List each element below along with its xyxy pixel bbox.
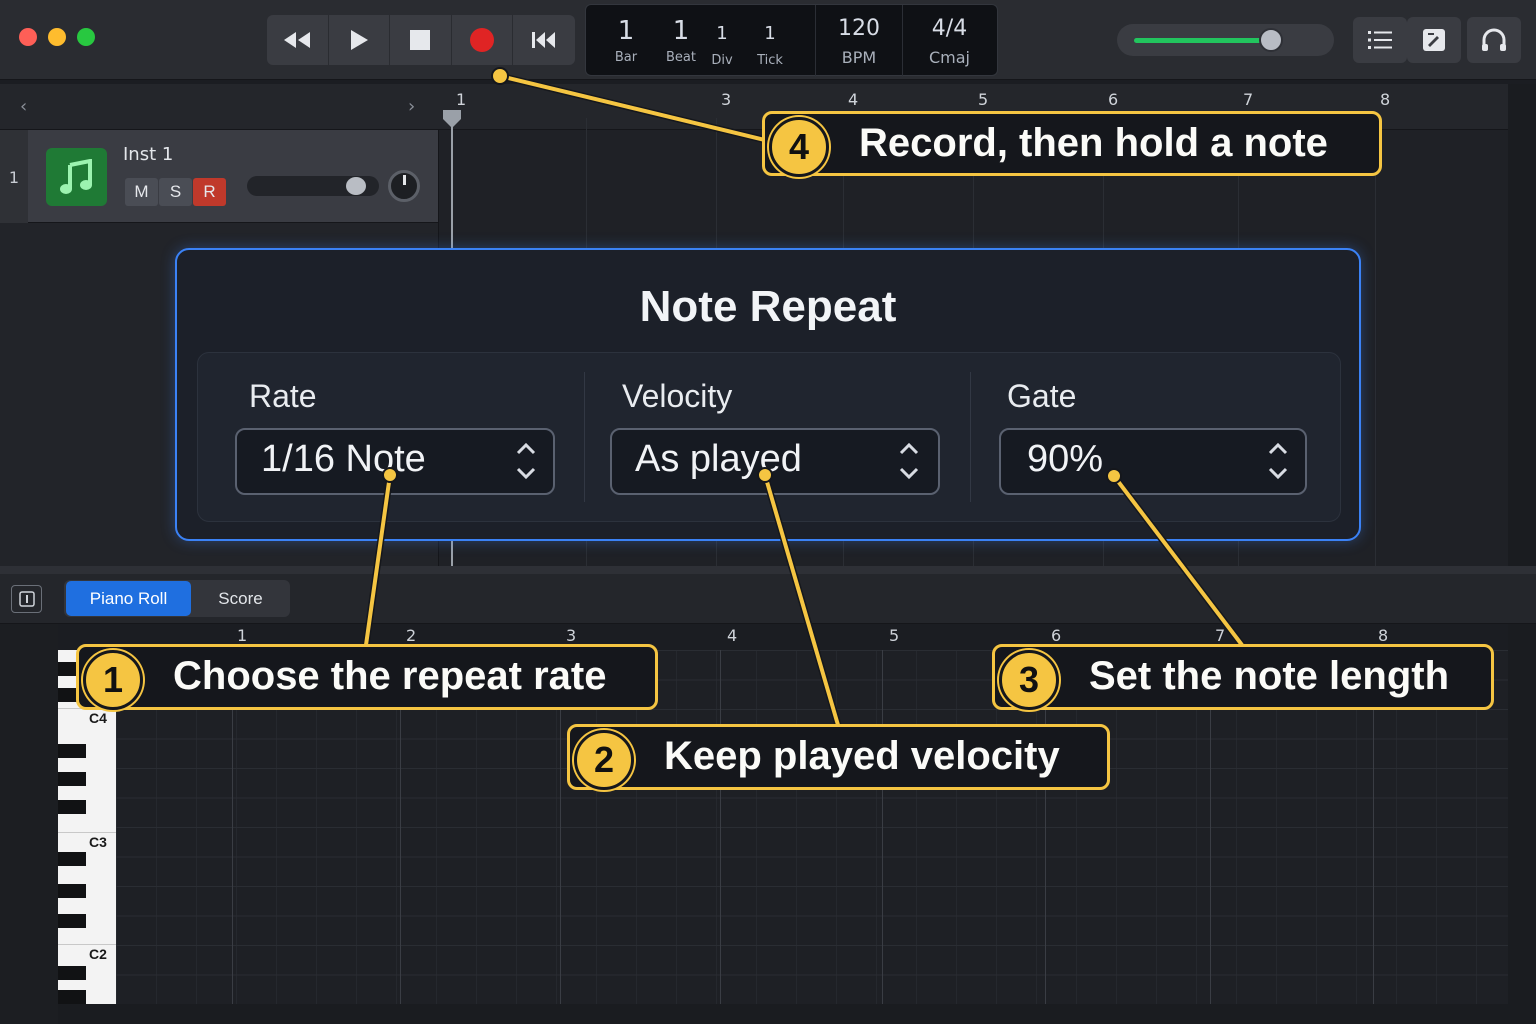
ruler-bar: 1	[456, 90, 467, 109]
tab-piano-roll[interactable]: Piano Roll	[66, 581, 191, 616]
panel-title: Note Repeat	[639, 282, 897, 331]
play-icon	[350, 30, 368, 50]
master-volume-slider[interactable]	[1117, 24, 1334, 56]
stepper-icon	[1268, 442, 1288, 480]
list-icon	[1368, 31, 1392, 49]
black-key[interactable]	[58, 884, 86, 898]
ruler-bar: 6	[1108, 90, 1119, 109]
editor-ruler-bar: 5	[889, 626, 900, 645]
play-button[interactable]	[329, 15, 391, 65]
go-to-beginning-button[interactable]	[513, 15, 575, 65]
stepper-icon	[516, 442, 536, 480]
zoom-window-button[interactable]	[77, 28, 95, 46]
music-note-icon	[59, 159, 92, 194]
inspector-icon	[18, 591, 35, 607]
tracks-scrollbar[interactable]	[1508, 84, 1536, 566]
track-instrument-icon[interactable]	[46, 148, 107, 206]
track-name[interactable]: Inst 1	[123, 144, 173, 165]
editor-ruler-bar: 1	[237, 626, 248, 645]
rate-label: Rate	[249, 378, 317, 414]
key-label-c2: C2	[89, 946, 107, 962]
black-key[interactable]	[58, 990, 86, 1004]
ruler-bar: 7	[1243, 90, 1254, 109]
velocity-value: As played	[635, 438, 802, 480]
ruler-bar: 3	[721, 90, 732, 109]
pan-knob[interactable]	[388, 170, 420, 202]
master-volume-handle[interactable]	[1259, 28, 1283, 52]
inspector-toggle-button[interactable]	[11, 585, 42, 613]
velocity-label: Velocity	[622, 378, 733, 414]
editor-horizontal-scrollbar[interactable]	[58, 1004, 1508, 1024]
editor-ruler-bar: 4	[727, 626, 738, 645]
list-editors-button[interactable]	[1353, 17, 1407, 63]
close-window-button[interactable]	[19, 28, 37, 46]
lcd-signature-key[interactable]: 4/4 Cmaj	[903, 5, 996, 75]
record-enable-button[interactable]: R	[193, 178, 226, 206]
editor-divider[interactable]	[0, 566, 1536, 574]
loop-browser-button[interactable]	[1467, 17, 1521, 63]
key-label-c4: C4	[89, 710, 107, 726]
callout-badge: 4	[769, 117, 829, 177]
lcd-tempo[interactable]: 120 BPM	[816, 5, 902, 75]
editor-ruler-bar: 2	[406, 626, 417, 645]
rewind-icon	[284, 32, 311, 48]
lcd-div: 1 Div	[711, 22, 733, 68]
callout-badge: 1	[83, 650, 143, 710]
record-icon	[470, 28, 495, 52]
black-key[interactable]	[58, 772, 86, 786]
editor-ruler-bar: 3	[566, 626, 577, 645]
callout-text: Choose the repeat rate	[173, 654, 607, 698]
lcd-beat: 1 Beat	[666, 15, 696, 65]
callout-text: Set the note length	[1089, 654, 1449, 698]
chevron-left-icon[interactable]: ‹	[20, 96, 27, 117]
editor-scrollbar[interactable]	[1508, 624, 1536, 1024]
track-number: 1	[0, 130, 28, 223]
notepad-button[interactable]	[1407, 17, 1461, 63]
solo-button[interactable]: S	[159, 178, 192, 206]
track-header-bar	[0, 84, 438, 130]
ruler-bar: 8	[1380, 90, 1391, 109]
stop-button[interactable]	[390, 15, 452, 65]
rewind-button[interactable]	[267, 15, 329, 65]
callout-text: Keep played velocity	[664, 734, 1060, 778]
editor-ruler-bar: 7	[1215, 626, 1226, 645]
key-label-c3: C3	[89, 834, 107, 850]
rate-value: 1/16 Note	[261, 438, 426, 480]
mute-button[interactable]: M	[125, 178, 158, 206]
minimize-window-button[interactable]	[48, 28, 66, 46]
black-key[interactable]	[58, 800, 86, 814]
lcd-bar: 1 Bar	[614, 15, 638, 65]
track-volume-slider[interactable]	[247, 176, 379, 196]
go-to-beginning-icon	[532, 32, 556, 48]
headphones-icon	[1482, 28, 1506, 51]
callout-badge: 2	[574, 730, 634, 790]
notepad-icon	[1423, 29, 1445, 51]
tab-score[interactable]: Score	[193, 581, 288, 616]
callout-badge: 3	[999, 650, 1059, 710]
editor-ruler-bar: 6	[1051, 626, 1062, 645]
black-key[interactable]	[58, 966, 86, 980]
track-volume-handle[interactable]	[346, 177, 366, 195]
callout-text: Record, then hold a note	[859, 121, 1328, 165]
ruler-bar: 5	[978, 90, 989, 109]
ruler-bar: 4	[848, 90, 859, 109]
gate-value: 90%	[1027, 438, 1104, 480]
gate-label: Gate	[1007, 378, 1077, 414]
stop-icon	[410, 30, 431, 50]
editor-ruler-bar: 8	[1378, 626, 1389, 645]
lcd-tick: 1 Tick	[757, 22, 783, 68]
transport-controls	[267, 15, 575, 65]
lcd-display[interactable]: 1 Bar 1 Beat 1 Div 1 Tick 120 BPM 4/4 Cm…	[585, 4, 998, 77]
chevron-right-icon[interactable]: ›	[408, 96, 415, 117]
black-key[interactable]	[58, 852, 86, 866]
black-key[interactable]	[58, 744, 86, 758]
black-key[interactable]	[58, 914, 86, 928]
record-button[interactable]	[452, 15, 514, 65]
stepper-icon	[899, 442, 919, 480]
editor-inspector-gutter	[0, 624, 58, 1024]
master-volume-level	[1134, 38, 1272, 43]
